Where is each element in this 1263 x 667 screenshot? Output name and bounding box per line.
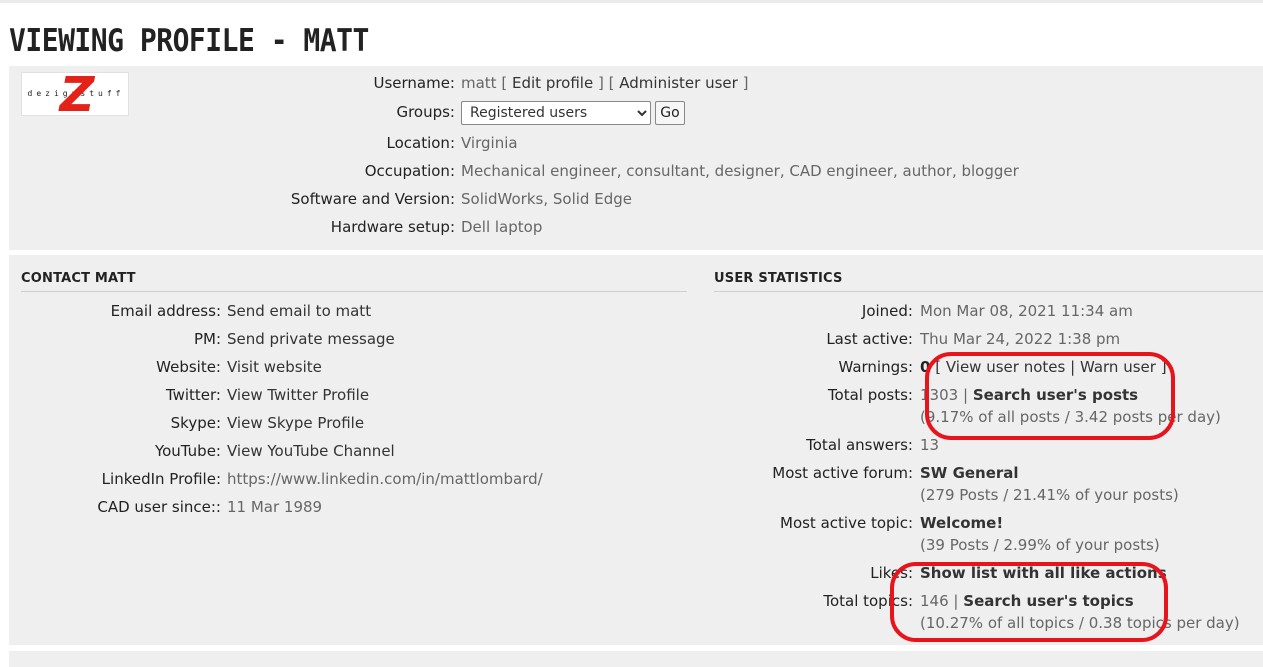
- pm-link[interactable]: Send private message: [227, 329, 395, 349]
- annotation-circle-topics: [890, 562, 1168, 642]
- total-answers-value: 13: [920, 436, 940, 454]
- active-forum-link[interactable]: SW General: [920, 463, 1019, 483]
- profile-panel: dezignstuff Z Username: matt [ Edit prof…: [9, 66, 1263, 250]
- hardware-value: Dell laptop: [461, 218, 543, 236]
- active-topic-detail: (39 Posts / 2.99% of your posts): [920, 535, 1160, 555]
- bracket-open: [: [501, 74, 508, 92]
- username-value-group: matt [ Edit profile ] [ Administer user …: [461, 73, 748, 93]
- pm-label: PM:: [193, 330, 221, 348]
- twitter-label: Twitter:: [165, 386, 221, 404]
- software-value: SolidWorks, Solid Edge: [461, 190, 632, 208]
- active-forum-detail: (279 Posts / 21.41% of your posts): [920, 485, 1179, 505]
- annotation-circle-posts: [925, 352, 1175, 440]
- youtube-link[interactable]: View YouTube Channel: [227, 441, 395, 461]
- software-label: Software and Version:: [290, 190, 455, 208]
- skype-label: Skype:: [170, 414, 221, 432]
- stats-heading: USER STATISTICS: [714, 271, 1263, 292]
- hardware-label: Hardware setup:: [330, 218, 455, 236]
- warnings-label: Warnings:: [838, 358, 913, 376]
- bracket-close: ]: [742, 74, 749, 92]
- administer-user-link[interactable]: Administer user: [619, 74, 738, 92]
- avatar-logo-letter: Z: [59, 72, 95, 116]
- username-label: Username:: [373, 74, 455, 92]
- last-active-label: Last active:: [826, 330, 913, 348]
- bracket-close: ]: [597, 74, 604, 92]
- email-link[interactable]: Send email to matt: [227, 301, 371, 321]
- location-label: Location:: [386, 134, 456, 152]
- go-button[interactable]: Go: [655, 101, 685, 125]
- total-posts-label: Total posts:: [827, 386, 913, 404]
- active-forum-detail-text: (279 Posts / 21.41% of your posts): [920, 486, 1179, 504]
- location-value: Virginia: [461, 134, 518, 152]
- linkedin-label: LinkedIn Profile:: [101, 470, 221, 488]
- active-topic-detail-text: (39 Posts / 2.99% of your posts): [920, 536, 1160, 554]
- footer-panel: [9, 651, 1263, 667]
- page-title: VIEWING PROFILE - MATT: [9, 22, 369, 59]
- twitter-link[interactable]: View Twitter Profile: [227, 385, 369, 405]
- active-forum-label: Most active forum:: [772, 464, 913, 482]
- occupation-label: Occupation:: [364, 162, 455, 180]
- user-avatar: dezignstuff Z: [21, 72, 129, 116]
- joined-value: Mon Mar 08, 2021 11:34 am: [920, 302, 1133, 320]
- total-answers-label: Total answers:: [806, 436, 913, 454]
- occupation-value: Mechanical engineer, consultant, designe…: [461, 162, 1019, 180]
- contact-heading: CONTACT MATT: [21, 271, 687, 292]
- groups-select[interactable]: Registered users: [461, 101, 651, 125]
- email-label: Email address:: [110, 302, 221, 320]
- youtube-label: YouTube:: [154, 442, 221, 460]
- username-value: matt: [461, 74, 497, 92]
- skype-link[interactable]: View Skype Profile: [227, 413, 364, 433]
- linkedin-value: https://www.linkedin.com/in/mattlombard/: [227, 470, 543, 488]
- cad-since-value: 11 Mar 1989: [227, 498, 323, 516]
- last-active-value: Thu Mar 24, 2022 1:38 pm: [920, 330, 1121, 348]
- active-topic-label: Most active topic:: [780, 514, 913, 532]
- website-label: Website:: [156, 358, 221, 376]
- bracket-open: [: [608, 74, 615, 92]
- website-link[interactable]: Visit website: [227, 357, 322, 377]
- edit-profile-link[interactable]: Edit profile: [512, 74, 593, 92]
- top-divider: [0, 0, 1263, 3]
- groups-label: Groups:: [396, 103, 455, 121]
- cad-since-label: CAD user since::: [97, 498, 221, 516]
- active-topic-link[interactable]: Welcome!: [920, 513, 1003, 533]
- joined-label: Joined:: [861, 302, 913, 320]
